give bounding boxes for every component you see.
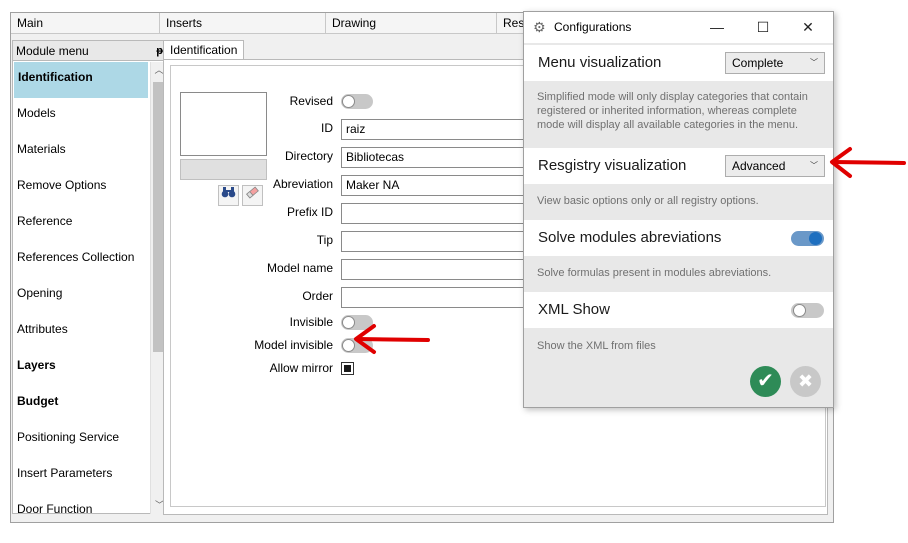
dialog-title: Configurations	[554, 20, 632, 34]
module-menu-header: Module menu ᵽ	[13, 41, 167, 61]
menu-visualization-description: Simplified mode will only display catego…	[537, 91, 808, 131]
sidebar-item-reference[interactable]: Reference	[13, 206, 149, 242]
sidebar-item-references-collection[interactable]: References Collection	[13, 242, 149, 278]
registry-visualization-select[interactable]: Advanced ﹀	[725, 155, 825, 177]
tip-label: Tip	[316, 233, 333, 247]
revised-label: Revised	[289, 94, 333, 108]
xml-show-row: XML Show	[524, 292, 833, 328]
registry-visualization-value: Advanced	[732, 159, 786, 173]
solve-modules-description: Solve formulas present in modules abrevi…	[537, 267, 772, 279]
xml-show-toggle[interactable]	[791, 303, 824, 318]
maximize-icon[interactable]: ☐	[748, 16, 778, 38]
solve-modules-label: Solve modules abreviations	[538, 229, 722, 246]
menu-visualization-row: Menu visualization Complete ﹀	[524, 45, 833, 81]
sidebar-item-door-function[interactable]: Door Function	[13, 494, 149, 514]
confirm-button[interactable]: ✔	[750, 366, 781, 397]
module-menu-title: Module menu	[16, 44, 89, 58]
xml-show-description: Show the XML from files	[537, 340, 656, 352]
checkmark-icon: ✔	[757, 370, 774, 392]
minimize-icon[interactable]: —	[702, 16, 732, 38]
directory-label: Directory	[284, 149, 333, 163]
invisible-label: Invisible	[289, 315, 333, 329]
tab-drawing[interactable]: Drawing	[326, 13, 497, 33]
sidebar-item-opening[interactable]: Opening	[13, 278, 149, 314]
menu-visualization-select[interactable]: Complete ﹀	[725, 52, 825, 74]
allow-mirror-label: Allow mirror	[269, 361, 333, 375]
id-label: ID	[321, 121, 333, 135]
dialog-body: Menu visualization Complete ﹀ Simplified…	[524, 43, 833, 407]
chevron-down-icon: ﹀	[810, 58, 818, 67]
close-icon[interactable]: ✕	[793, 16, 823, 38]
chevron-down-icon: ﹀	[810, 161, 818, 170]
revised-toggle[interactable]	[341, 94, 373, 109]
tab-main[interactable]: Main	[11, 13, 160, 33]
sidebar-item-materials[interactable]: Materials	[13, 134, 149, 170]
annotation-arrow-icon	[354, 324, 430, 354]
configurations-dialog: ⚙ Configurations — ☐ ✕ Menu visualizatio…	[523, 11, 834, 408]
sidebar-item-identification[interactable]: Identification	[14, 62, 148, 98]
registry-visualization-description: View basic options only or all registry …	[537, 195, 759, 207]
model-invisible-label: Model invisible	[254, 338, 333, 352]
sidebar-item-positioning-service[interactable]: Positioning Service	[13, 422, 149, 458]
tab-identification[interactable]: Identification	[163, 40, 245, 60]
abreviation-label: Abreviation	[272, 177, 333, 191]
solve-modules-toggle[interactable]	[791, 231, 824, 246]
annotation-arrow-icon	[830, 147, 906, 178]
dialog-titlebar: ⚙ Configurations — ☐ ✕	[524, 12, 833, 43]
pin-icon[interactable]: ᵽ	[156, 41, 163, 61]
gear-icon: ⚙	[533, 19, 546, 35]
model-name-label: Model name	[266, 261, 333, 275]
close-icon: ✖	[797, 371, 814, 391]
sidebar-item-budget[interactable]: Budget	[13, 386, 149, 422]
order-label: Order	[302, 289, 333, 303]
menu-visualization-label: Menu visualization	[538, 54, 662, 71]
sidebar-item-models[interactable]: Models	[13, 98, 149, 134]
xml-show-label: XML Show	[538, 301, 610, 318]
allow-mirror-checkbox[interactable]	[341, 362, 354, 375]
prefix-id-label: Prefix ID	[286, 205, 333, 219]
sidebar-item-remove-options[interactable]: Remove Options	[13, 170, 149, 206]
module-menu-list: Identification Models Materials Remove Opti…	[13, 62, 149, 514]
menu-visualization-value: Complete	[732, 56, 784, 70]
sidebar-item-layers[interactable]: Layers	[13, 350, 149, 386]
cancel-button[interactable]: ✖	[790, 366, 821, 397]
tab-inserts[interactable]: Inserts	[160, 13, 326, 33]
sidebar-item-attributes[interactable]: Attributes	[13, 314, 149, 350]
registry-visualization-label: Resgistry visualization	[538, 157, 687, 174]
solve-modules-row: Solve modules abreviations	[524, 220, 833, 256]
module-menu: Module menu ᵽ Identification Models Materi…	[12, 40, 168, 514]
sidebar-item-insert-parameters[interactable]: Insert Parameters	[13, 458, 149, 494]
registry-visualization-row: Resgistry visualization Advanced ﹀	[524, 148, 833, 184]
